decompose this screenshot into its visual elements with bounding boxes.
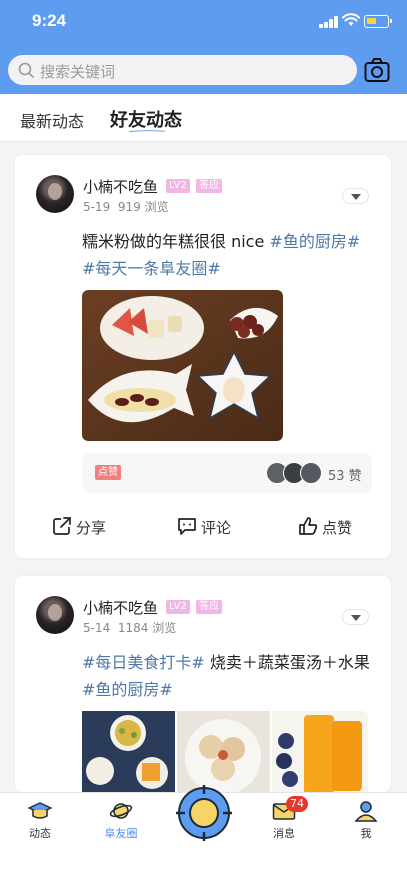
wifi-icon (342, 13, 360, 26)
post-card: 小楠不吃鱼 LV2 答应 5-14 1184 浏览 #每日美食打卡# 烧卖＋蔬菜… (15, 576, 391, 792)
post-text: #每日美食打卡# 烧卖＋蔬菜蛋汤＋水果 #鱼的厨房# (82, 653, 370, 699)
hashtag[interactable]: #鱼的厨房# (269, 232, 360, 251)
like-button[interactable]: 点赞 (298, 512, 358, 542)
bottom-tab-bar: 动态 阜友圈 消息 74 我 (0, 785, 407, 883)
level-badge: LV2 (166, 179, 190, 193)
tab-friends-circle[interactable]: 阜友圈 (86, 799, 156, 843)
post-text: 糯米粉做的年糕很很 nice #鱼的厨房# #每天一条阜友圈# (82, 232, 361, 278)
post-date: 5-19 919 浏览 (83, 200, 169, 214)
thumbs-up-icon (299, 517, 318, 535)
level-badge: LV2 (166, 600, 190, 614)
camera-icon[interactable] (364, 57, 390, 83)
tab-friends[interactable]: 好友动态 (110, 106, 182, 132)
comment-button[interactable]: 评论 (177, 512, 237, 542)
hashtag[interactable]: #鱼的厨房# (82, 680, 173, 699)
tab-feed[interactable]: 动态 (5, 799, 75, 843)
post-actions: 分享 评论 点赞 (15, 512, 391, 542)
tab-underline (129, 130, 165, 132)
search-icon (18, 62, 34, 78)
planet-icon (109, 803, 133, 819)
liker-avatar (300, 462, 322, 484)
like-count: 53 赞 (328, 469, 362, 484)
like-summary[interactable]: 点赞 53 赞 (82, 453, 372, 493)
more-menu-button[interactable] (342, 188, 369, 204)
tab-latest[interactable]: 最新动态 (20, 108, 84, 132)
post-card: 小楠不吃鱼 LV2 答应 5-19 919 浏览 糯米粉做的年糕很很 nice … (15, 155, 391, 558)
avatar[interactable] (36, 175, 74, 213)
status-time: 9:24 (32, 11, 67, 30)
username[interactable]: 小楠不吃鱼 (83, 176, 158, 197)
status-badge: 答应 (196, 600, 222, 614)
status-bar: 9:24 (0, 0, 407, 44)
top-bar: 9:24 搜索关键词 (0, 0, 407, 94)
signal-icon (319, 16, 339, 28)
post-photo[interactable] (82, 290, 283, 441)
hashtag[interactable]: #每天一条阜友圈# (82, 259, 221, 278)
tab-messages[interactable]: 消息 (249, 799, 319, 843)
post-date: 5-14 1184 浏览 (83, 621, 177, 635)
tab-me[interactable]: 我 (331, 799, 401, 843)
avatar[interactable] (36, 596, 74, 634)
search-input[interactable]: 搜索关键词 (8, 55, 357, 85)
person-icon (354, 801, 378, 822)
comment-icon (178, 518, 196, 535)
grad-cap-icon (28, 802, 52, 819)
camera-target-icon[interactable] (176, 785, 232, 841)
search-placeholder: 搜索关键词 (40, 63, 116, 81)
hashtag[interactable]: #每日美食打卡# (82, 653, 205, 672)
username[interactable]: 小楠不吃鱼 (83, 597, 158, 618)
share-button[interactable]: 分享 (52, 512, 112, 542)
feed-tabs: 最新动态 好友动态 (0, 94, 407, 142)
post-photo[interactable] (177, 711, 270, 792)
status-badge: 答应 (196, 179, 222, 193)
post-photo[interactable] (82, 711, 175, 792)
post-photo[interactable] (272, 711, 368, 792)
notification-badge: 74 (286, 796, 308, 812)
share-icon (53, 517, 71, 535)
battery-icon (364, 15, 392, 28)
more-menu-button[interactable] (342, 609, 369, 625)
like-label: 点赞 (95, 465, 121, 480)
